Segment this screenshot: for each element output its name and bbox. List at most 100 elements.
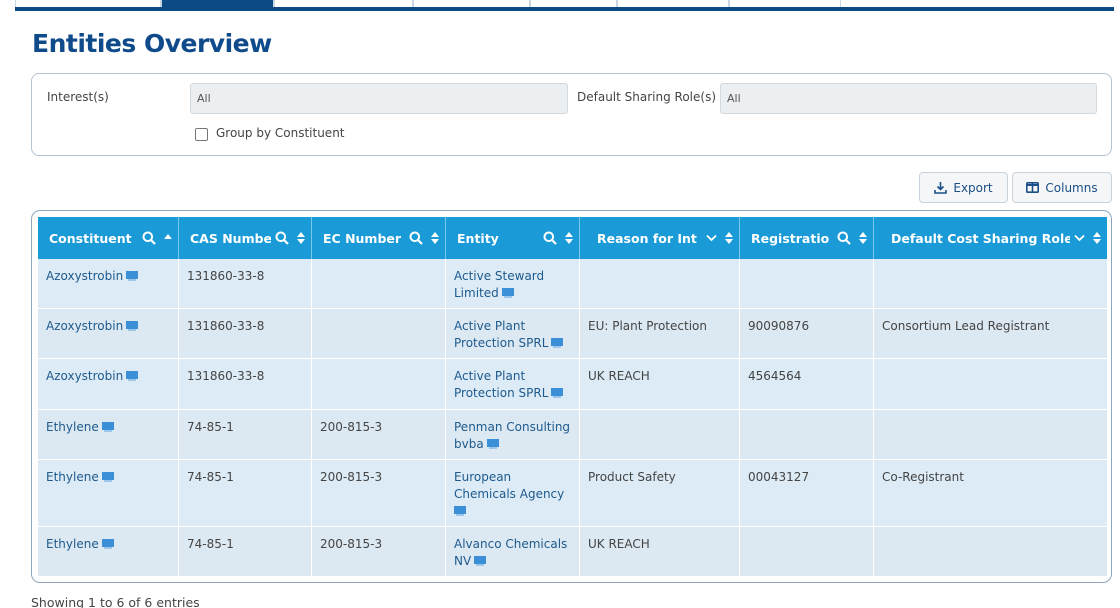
group-by-checkbox[interactable] (195, 128, 208, 141)
computer-icon (486, 439, 499, 449)
ec-cell: 200-815-3 (312, 527, 446, 576)
entity-cell[interactable]: European Chemicals Agency (446, 460, 580, 526)
table-row: Ethylene 74-85-1 200-815-3 Alvanco Chemi… (38, 527, 1107, 577)
column-header-registration[interactable]: Registratio (740, 217, 874, 259)
registration-cell (740, 259, 874, 308)
ec-cell: 200-815-3 (312, 410, 446, 459)
computer-icon (126, 321, 139, 331)
columns-icon (1026, 182, 1040, 193)
role-cell: Co-Registrant (882, 470, 964, 484)
role-cell (874, 410, 1107, 459)
columns-label: Columns (1045, 180, 1098, 195)
registration-cell (740, 410, 874, 459)
sharing-role-label: Default Sharing Role(s) (577, 90, 717, 104)
cas-cell: 131860-33-8 (179, 359, 312, 409)
ec-cell (312, 309, 446, 358)
sort-asc-icon[interactable] (164, 233, 172, 243)
computer-icon (454, 506, 466, 516)
search-icon[interactable] (275, 231, 289, 245)
search-icon[interactable] (409, 231, 423, 245)
table-row: Azoxystrobin 131860-33-8 Active Plant Pro… (38, 359, 1107, 410)
reason-cell: EU: Plant Protection (580, 309, 740, 358)
sort-icon[interactable] (859, 232, 867, 244)
constituent-cell[interactable]: Azoxystrobin (38, 359, 179, 409)
sort-icon[interactable] (565, 232, 573, 244)
role-cell (874, 527, 1107, 576)
entity-cell[interactable]: Active Plant Protection SPRL (446, 309, 580, 358)
column-header-default-cost-sharing-role[interactable]: Default Cost Sharing Role (874, 217, 1107, 259)
ec-cell (312, 259, 446, 308)
column-header-ec-number[interactable]: EC Number (312, 217, 446, 259)
role-cell (874, 359, 1107, 409)
search-icon[interactable] (142, 231, 156, 245)
computer-icon (101, 422, 114, 432)
nav-tab[interactable] (617, 0, 729, 7)
constituent-cell[interactable]: Azoxystrobin (38, 259, 179, 308)
cas-cell: 74-85-1 (179, 527, 312, 576)
reason-cell (580, 410, 740, 459)
ec-cell: 200-815-3 (312, 460, 446, 526)
sharing-role-select[interactable]: All (720, 83, 1097, 114)
computer-icon (551, 388, 564, 398)
column-header-constituent[interactable]: Constituent (38, 217, 179, 259)
cas-cell: 131860-33-8 (179, 259, 312, 308)
column-header-cas-number[interactable]: CAS Numbe (179, 217, 312, 259)
columns-button[interactable]: Columns (1012, 172, 1112, 203)
registration-cell: 4564564 (740, 359, 874, 409)
sort-icon[interactable] (431, 232, 439, 244)
top-navigation (15, 0, 1114, 11)
constituent-cell[interactable]: Azoxystrobin (38, 309, 179, 358)
nav-tab[interactable] (729, 0, 841, 7)
reason-cell: UK REACH (580, 527, 740, 576)
chevron-down-icon[interactable] (706, 234, 717, 242)
table-row: Ethylene 74-85-1 200-815-3 Penman Consul… (38, 410, 1107, 460)
nav-tab[interactable] (413, 0, 530, 7)
computer-icon (551, 338, 564, 348)
constituent-cell[interactable]: Ethylene (38, 527, 179, 576)
constituent-cell[interactable]: Ethylene (38, 460, 179, 526)
chevron-down-icon[interactable] (1074, 234, 1085, 242)
reason-cell: Product Safety (580, 460, 740, 526)
registration-cell: 90090876 (740, 309, 874, 358)
table-header: Constituent CAS Numbe EC Number Entity R… (38, 217, 1107, 259)
column-header-entity[interactable]: Entity (446, 217, 580, 259)
entity-cell[interactable]: Active Plant Protection SPRL (446, 359, 580, 409)
entities-table: Constituent CAS Numbe EC Number Entity R… (31, 210, 1112, 583)
download-icon (934, 181, 948, 194)
group-by-label: Group by Constituent (216, 126, 345, 140)
cas-cell: 131860-33-8 (179, 309, 312, 358)
registration-cell: 00043127 (740, 460, 874, 526)
sort-icon[interactable] (1093, 232, 1101, 244)
export-label: Export (953, 180, 993, 195)
reason-cell: UK REACH (580, 359, 740, 409)
sort-icon[interactable] (297, 232, 305, 244)
nav-tab-active[interactable] (161, 0, 274, 7)
cas-cell: 74-85-1 (179, 460, 312, 526)
computer-icon (126, 271, 139, 281)
nav-tab[interactable] (15, 0, 161, 7)
computer-icon (474, 556, 487, 566)
computer-icon (101, 539, 114, 549)
computer-icon (126, 371, 139, 381)
search-icon[interactable] (837, 231, 851, 245)
constituent-cell[interactable]: Ethylene (38, 410, 179, 459)
role-cell: Consortium Lead Registrant (882, 319, 1050, 333)
entity-cell[interactable]: Active Steward Limited (446, 259, 580, 308)
nav-tab[interactable] (530, 0, 617, 7)
entity-cell[interactable]: Penman Consulting bvba (446, 410, 580, 459)
search-icon[interactable] (543, 231, 557, 245)
table-row: Ethylene 74-85-1 200-815-3 European Chemi… (38, 460, 1107, 527)
column-header-reason-for-interest[interactable]: Reason for Int (580, 217, 740, 259)
role-cell (874, 259, 1107, 308)
table-body: Azoxystrobin 131860-33-8 Active Steward L… (38, 259, 1107, 577)
table-info: Showing 1 to 6 of 6 entries (31, 595, 200, 608)
table-row: Azoxystrobin 131860-33-8 Active Plant Pro… (38, 309, 1107, 359)
filter-panel: Interest(s) All Default Sharing Role(s) … (31, 73, 1112, 156)
computer-icon (101, 472, 114, 482)
interest-select[interactable]: All (190, 83, 568, 114)
registration-cell (740, 527, 874, 576)
sort-icon[interactable] (725, 232, 733, 244)
entity-cell[interactable]: Alvanco Chemicals NV (446, 527, 580, 576)
export-button[interactable]: Export (919, 172, 1008, 203)
nav-tab[interactable] (274, 0, 413, 7)
